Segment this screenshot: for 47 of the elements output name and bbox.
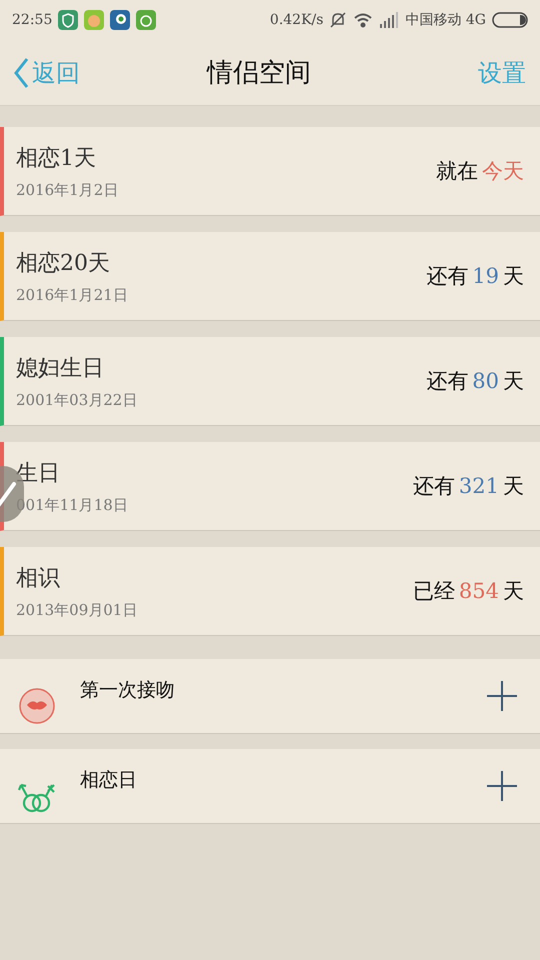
add-event-label: 相恋日	[80, 768, 138, 793]
add-button[interactable]	[486, 770, 518, 802]
count-unit: 天	[503, 578, 524, 605]
app-icon	[84, 10, 104, 30]
event-title: 生日	[16, 460, 61, 488]
event-card[interactable]: 相恋20天 2016年1月21日 还有 19 天	[0, 232, 540, 321]
day-count: 854	[458, 579, 499, 603]
event-title: 相识	[16, 564, 61, 592]
event-title: 相恋20天	[16, 250, 111, 278]
event-card[interactable]: 相恋1天 2016年1月2日 就在 今天	[0, 127, 540, 216]
add-button[interactable]	[486, 680, 518, 712]
day-count: 今天	[482, 158, 524, 185]
day-count: 19	[472, 264, 499, 288]
count-unit: 天	[503, 473, 524, 500]
signal-icon	[379, 12, 400, 28]
count-prefix: 就在	[436, 158, 478, 185]
event-date: 2001年03月22日	[16, 390, 138, 410]
event-date: 2013年09月01日	[16, 600, 138, 620]
count-prefix: 还有	[426, 368, 468, 395]
count-prefix: 还有	[426, 263, 468, 290]
count-unit: 天	[503, 368, 524, 395]
add-event-label: 第一次接吻	[80, 678, 176, 703]
event-title: 媳妇生日	[16, 354, 105, 382]
app-icon	[58, 10, 78, 30]
count-unit: 天	[503, 263, 524, 290]
lips-icon	[18, 687, 56, 725]
app-icon	[136, 10, 156, 30]
chevron-left-icon	[12, 56, 30, 88]
carrier-label: 中国移动 4G	[405, 11, 486, 29]
battery-icon	[492, 12, 528, 28]
mute-icon	[329, 11, 348, 29]
day-count: 80	[472, 369, 499, 393]
wifi-icon	[353, 12, 374, 28]
event-card[interactable]: 相识 2013年09月01日 已经 854 天	[0, 547, 540, 636]
status-time: 22:55	[12, 12, 52, 28]
add-event-row[interactable]: 第一次接吻	[0, 659, 540, 734]
event-date: 2016年1月2日	[16, 180, 120, 200]
count-prefix: 还有	[412, 473, 455, 500]
event-title: 相恋1天	[16, 144, 97, 172]
app-icon	[110, 10, 130, 30]
count-prefix: 已经	[412, 578, 455, 605]
page-title: 情侣空间	[205, 57, 312, 90]
add-event-row[interactable]: 相恋日	[0, 749, 540, 824]
day-count: 321	[458, 474, 499, 498]
network-speed: 0.42K/s	[270, 12, 324, 28]
event-date: 2016年1月21日	[16, 286, 129, 304]
event-card[interactable]: 媳妇生日 2001年03月22日 还有 80 天	[0, 337, 540, 426]
